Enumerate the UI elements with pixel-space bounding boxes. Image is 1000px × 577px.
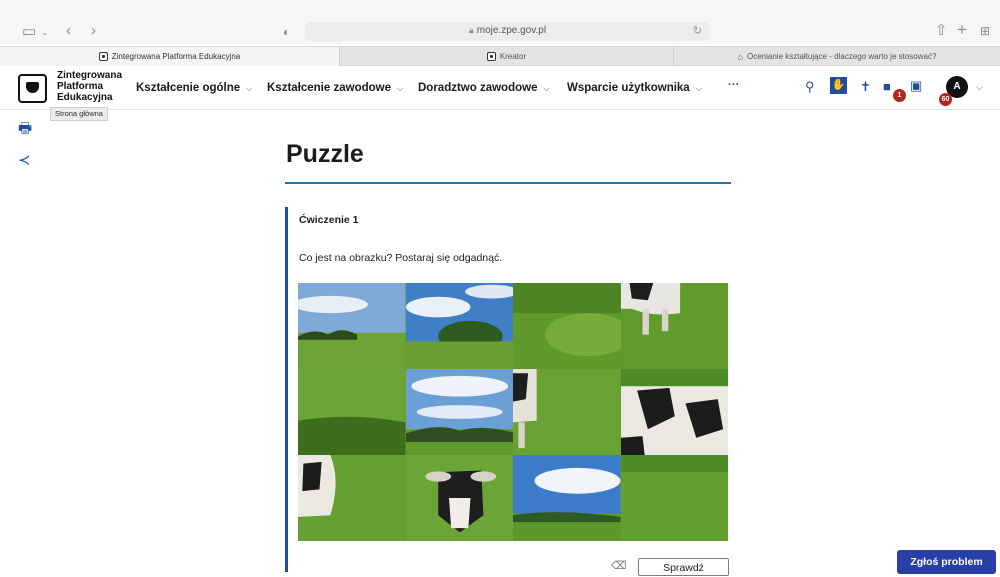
more-icon: ··· [728,79,740,91]
tab-overview-icon[interactable]: ⊞ [980,23,990,39]
puzzle-board [298,283,728,541]
zpe-logo-icon[interactable] [18,74,47,103]
puzzle-piece[interactable] [405,283,513,369]
title-divider [285,182,731,184]
url-text: moje.zpe.gov.pl [476,25,547,36]
nav-label: Doradztwo zawodowe [418,82,538,94]
share-icon[interactable]: ≺ [18,151,31,169]
nav-wsparcie-uzytkownika[interactable]: Wsparcie użytkownika ⌵ [567,82,702,94]
chevron-down-icon: ⌵ [246,84,253,93]
new-tab-icon[interactable]: + [957,21,967,38]
tab-kreator[interactable]: Kreator [340,47,674,66]
share-icon[interactable]: ⇧ [935,23,948,39]
privacy-shield-icon[interactable]: ◐ [283,24,290,40]
puzzle-piece[interactable] [620,369,728,455]
exercise-border [285,207,288,572]
check-button[interactable]: Sprawdź [638,558,729,576]
nav-label: Kształcenie ogólne [136,82,241,94]
tab-label: Kreator [499,52,527,61]
puzzle-piece[interactable] [620,283,728,369]
puzzle-piece[interactable] [298,455,406,541]
puzzle-piece[interactable] [513,283,621,369]
tab-label: Ocenianie kształtujące - dlaczego warto … [747,52,937,61]
puzzle-piece[interactable] [513,455,621,541]
search-icon[interactable]: ⚲ [805,79,815,95]
nav-label: Kształcenie zawodowe [267,82,391,94]
briefcase-icon[interactable]: ■ [883,79,891,94]
puzzle-piece[interactable] [620,455,728,541]
chevron-down-icon[interactable]: ⌄ [41,24,49,40]
home-favicon-icon: ⌂ [737,51,743,62]
sidebar-toggle-icon[interactable]: ▭ [22,24,36,40]
site-header: Zintegrowana Platforma Edukacyjna Kształ… [0,66,1000,110]
tooltip: Strona główna [50,107,108,121]
puzzle-piece[interactable] [405,455,513,541]
chevron-down-icon: ⌵ [396,84,404,93]
chevron-down-icon: ⌵ [543,84,550,93]
exercise-label: Ćwiczenie 1 [299,214,359,226]
nav-label: Wsparcie użytkownika [567,82,690,94]
tab-zpe[interactable]: Zintegrowana Platforma Edukacyjna [0,47,340,66]
puzzle-piece[interactable] [513,369,621,455]
nav-doradztwo-zawodowe[interactable]: Doradztwo zawodowe ⌵ [418,82,550,94]
report-problem-button[interactable]: Zgłoś problem [897,550,996,574]
sign-language-icon[interactable]: ✋ [830,77,847,94]
chevron-down-icon[interactable]: ⌵ [976,82,983,93]
tab-ocenianie[interactable]: ⌂ Ocenianie kształtujące - dlaczego wart… [674,47,1000,66]
exercise-question: Co jest na obrazku? Postaraj się odgadną… [299,252,503,264]
zpe-favicon-icon [486,52,496,61]
notification-badge: 1 [893,89,906,102]
messages-badge: 60 [939,93,952,106]
chevron-down-icon: ⌵ [695,84,702,93]
back-icon[interactable]: ‹ [66,23,71,39]
print-icon[interactable]: 🖶︎ [18,118,32,143]
puzzle-piece[interactable] [298,369,406,455]
message-icon[interactable]: ▣ [910,78,922,94]
address-bar[interactable]: 🔒︎ moje.zpe.gov.pl ↻ [305,22,710,41]
reload-icon[interactable]: ↻ [693,24,702,37]
lock-icon: 🔒︎ [468,25,474,35]
browser-toolbar: ▭ ⌄ ‹ › ◐ 🔒︎ moje.zpe.gov.pl ↻ ⇧ + ⊞ [0,0,1000,44]
puzzle-piece[interactable] [405,369,513,455]
forward-icon[interactable]: › [91,23,96,39]
zpe-favicon-icon [98,52,108,61]
puzzle-piece[interactable] [298,283,406,369]
eraser-icon[interactable]: ⌫ [611,559,627,572]
nav-more[interactable]: ··· [728,79,740,91]
nav-ksztalcenie-zawodowe[interactable]: Kształcenie zawodowe ⌵ [267,82,403,94]
tab-label: Zintegrowana Platforma Edukacyjna [111,52,241,61]
accessibility-icon[interactable]: ✝ [860,79,871,95]
logo-text[interactable]: Zintegrowana Platforma Edukacyjna [57,70,137,103]
nav-ksztalcenie-ogolne[interactable]: Kształcenie ogólne ⌵ [136,82,252,94]
tab-bar: Zintegrowana Platforma Edukacyjna Kreato… [0,46,1000,66]
page-title: Puzzle [286,140,364,168]
